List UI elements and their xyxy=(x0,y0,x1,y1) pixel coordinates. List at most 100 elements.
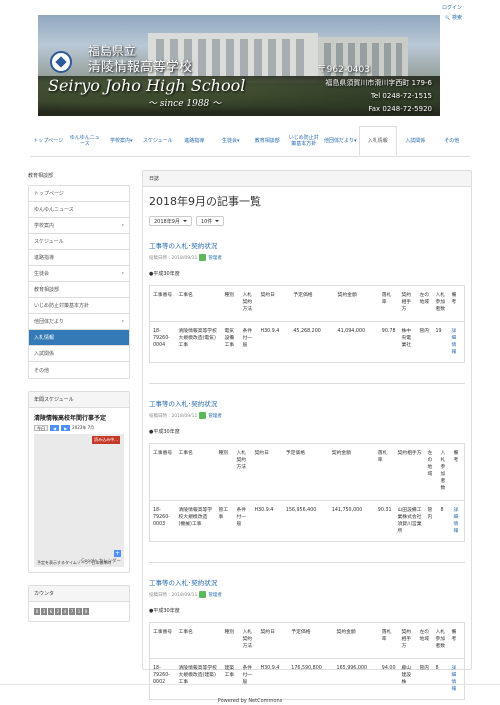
prev-month-button[interactable]: ◀ xyxy=(50,425,60,431)
article-date: 投稿日時 : 2018/09/11 xyxy=(149,413,198,419)
table-cell: 株中央電業社 xyxy=(398,321,417,363)
table-cell: 管内 xyxy=(416,658,433,700)
col-header: 入札参加者数 xyxy=(440,451,446,491)
article-divider xyxy=(149,562,465,563)
col-header: 工事名 xyxy=(178,451,193,456)
sidebar-item-bidding[interactable]: 入札情報 xyxy=(29,330,129,346)
sidebar-item-others[interactable]: その他 xyxy=(29,362,129,378)
article-title[interactable]: 工事等の入札･契約状況 xyxy=(149,240,465,250)
banner-title-line2: 清陵情報高等学校 xyxy=(88,60,193,75)
article-date: 投稿日時 : 2018/09/11 xyxy=(149,592,198,598)
sidebar-item-top[interactable]: トップページ xyxy=(29,186,129,202)
article-title[interactable]: 工事等の入札･契約状況 xyxy=(149,577,465,587)
sidebar-item-admissions[interactable]: 入試関係 xyxy=(29,346,129,362)
article-author[interactable]: 管理者 xyxy=(208,255,222,261)
col-header: 工事番号 xyxy=(153,293,173,298)
col-header: 契約金額 xyxy=(337,293,357,298)
table-cell: 清陵情報高等学校大規模改造(機械)工事 xyxy=(175,500,216,542)
nav-anti-bullying[interactable]: いじめ防止対策基本方針 xyxy=(286,126,323,156)
nav-other-groups[interactable]: 他団体だより ▾ xyxy=(322,126,359,156)
nav-others[interactable]: その他 xyxy=(434,126,471,156)
banner-fax: Fax 0248-72-5920 xyxy=(368,105,432,113)
col-header: 入札契約方法 xyxy=(242,293,253,312)
table-cell: 8 xyxy=(437,500,451,542)
count-filter-dropdown[interactable]: 10件 xyxy=(195,216,225,226)
article: 工事等の入札･契約状況 投稿日時 : 2018/09/11 管理者 ●平成30年… xyxy=(149,577,465,700)
top-links: ログイン 検索 xyxy=(442,4,462,23)
sidebar-item-other-groups[interactable]: 他団体だより › xyxy=(29,314,129,330)
col-header: 入札参加者数 xyxy=(435,630,446,649)
main-content: 日誌 2018年9月の記事一覧 2018年9月 10件 工事等の入札･契約状況 … xyxy=(142,170,472,700)
table-row: 18-79260-0002 清陵情報高等学校大規模改造(建築)工事 建築工事 条… xyxy=(149,658,465,700)
article-title[interactable]: 工事等の入札･契約状況 xyxy=(149,398,465,408)
sidebar-item-school-guide[interactable]: 学校案内 › xyxy=(29,218,129,234)
table-cell: H30.9.4 xyxy=(257,321,291,363)
next-month-button[interactable]: ▶ xyxy=(61,425,71,431)
calendar-embed[interactable]: 読み込み中... 予定を表示するタイムゾーン: 日本標準時 + Google カ… xyxy=(34,434,124,567)
nav-bidding[interactable]: 入札情報 xyxy=(358,126,397,156)
col-header: 契約日 xyxy=(260,293,275,298)
table-cell: 条件付一般 xyxy=(233,500,252,542)
header-banner[interactable]: 福島県立 清陵情報高等学校 Seiryo Joho High School 〜 … xyxy=(38,15,440,116)
sidebar-item-student-council[interactable]: 生徒会 › xyxy=(29,266,129,282)
table-cell: 156,956,400 xyxy=(282,500,329,542)
nav-divider xyxy=(30,156,470,157)
table-cell: 清陵情報高等学校大規模改造(電気)工事 xyxy=(175,321,222,363)
nav-admissions[interactable]: 入試関係 xyxy=(397,126,434,156)
detail-link[interactable]: 詳細情報 xyxy=(450,500,465,542)
table-cell: 90.31 xyxy=(374,500,395,542)
col-header: 契約日 xyxy=(260,630,275,635)
table-cell: H30.9.4 xyxy=(251,500,283,542)
col-header: 種別 xyxy=(218,451,229,456)
google-calendar-logo[interactable]: Google カレンダー xyxy=(81,558,121,564)
chevron-right-icon: › xyxy=(121,222,124,229)
col-header: 契約相手方 xyxy=(401,293,412,312)
nav-counseling[interactable]: 教育相談部 xyxy=(249,126,286,156)
col-header: 落札率 xyxy=(381,293,392,305)
nav-news[interactable]: ゆんゆんニュース xyxy=(67,126,104,156)
nav-top[interactable]: トップページ xyxy=(30,126,67,156)
article-author[interactable]: 管理者 xyxy=(208,413,222,419)
bid-table: 工事番号 工事名 種別 入札契約方法 契約日 予定価格 契約金額 落札率 契約相… xyxy=(149,285,465,363)
article: 工事等の入札･契約状況 投稿日時 : 2018/09/11 管理者 ●平成30年… xyxy=(149,398,465,542)
footer-credit[interactable]: Powered by NetCommons xyxy=(0,698,500,704)
nav-career[interactable]: 進路指導 xyxy=(176,126,213,156)
detail-link[interactable]: 詳細情報 xyxy=(448,321,465,363)
counter-digit: 1 xyxy=(76,608,82,615)
nav-student-council[interactable]: 生徒会 ▾ xyxy=(213,126,250,156)
today-button[interactable]: 今日 xyxy=(34,425,48,431)
banner-since: 〜 since 1988 〜 xyxy=(148,99,222,109)
login-link[interactable]: ログイン xyxy=(442,5,462,11)
table-row: 18-79260-0003 清陵情報高等学校大規模改造(機械)工事 管工事 条件… xyxy=(149,500,465,542)
table-cell: H30.9.4 xyxy=(257,658,289,700)
table-cell: 94.00 xyxy=(378,658,399,700)
table-cell: 条件付一般 xyxy=(239,321,258,363)
col-header: 工事番号 xyxy=(153,630,173,635)
nav-schedule[interactable]: スケジュール xyxy=(140,126,177,156)
counter-digit: 9 xyxy=(83,608,89,615)
bid-table: 工事番号 工事名 種別 入札契約方法 契約日 予定価格 契約金額 落札率 契約相… xyxy=(149,622,465,700)
table-cell: 18-79260-0003 xyxy=(149,500,176,542)
banner-address-block: 福島県須賀川市滑川字西町 179-6 Tel 0248-72-1515 Fax … xyxy=(325,77,432,116)
nav-school-guide[interactable]: 学校案内 ▾ xyxy=(103,126,140,156)
table-row: 18-79260-0004 清陵情報高等学校大規模改造(電気)工事 電気設備工事… xyxy=(149,321,465,363)
sidebar-item-schedule[interactable]: スケジュール xyxy=(29,234,129,250)
footer-divider xyxy=(0,684,500,685)
sidebar-item-counseling[interactable]: 教育相談部 xyxy=(29,282,129,298)
chevron-down-icon: ▾ xyxy=(353,138,357,144)
sidebar-item-anti-bullying[interactable]: いじめ防止対策基本方針 xyxy=(29,298,129,314)
search-link[interactable]: 検索 xyxy=(445,15,462,21)
table-cell: 18-79260-0004 xyxy=(149,321,176,363)
col-header: 落札率 xyxy=(377,451,388,463)
sidebar-item-career[interactable]: 進路指導 xyxy=(29,250,129,266)
col-header: 予定価格 xyxy=(293,293,313,298)
month-filter-dropdown[interactable]: 2018年9月 xyxy=(149,216,192,226)
col-header: 左の地域 xyxy=(419,293,430,305)
add-calendar-icon[interactable]: + xyxy=(114,550,121,557)
article-author[interactable]: 管理者 xyxy=(208,592,222,598)
detail-link[interactable]: 詳細情報 xyxy=(448,658,465,700)
sidebar-item-news[interactable]: ゆんゆんニュース xyxy=(29,202,129,218)
banner-title-en: Seiryo Joho High School xyxy=(48,76,246,95)
article-meta: 投稿日時 : 2018/09/11 管理者 xyxy=(149,591,465,598)
counter-digit: 0 xyxy=(34,608,40,615)
